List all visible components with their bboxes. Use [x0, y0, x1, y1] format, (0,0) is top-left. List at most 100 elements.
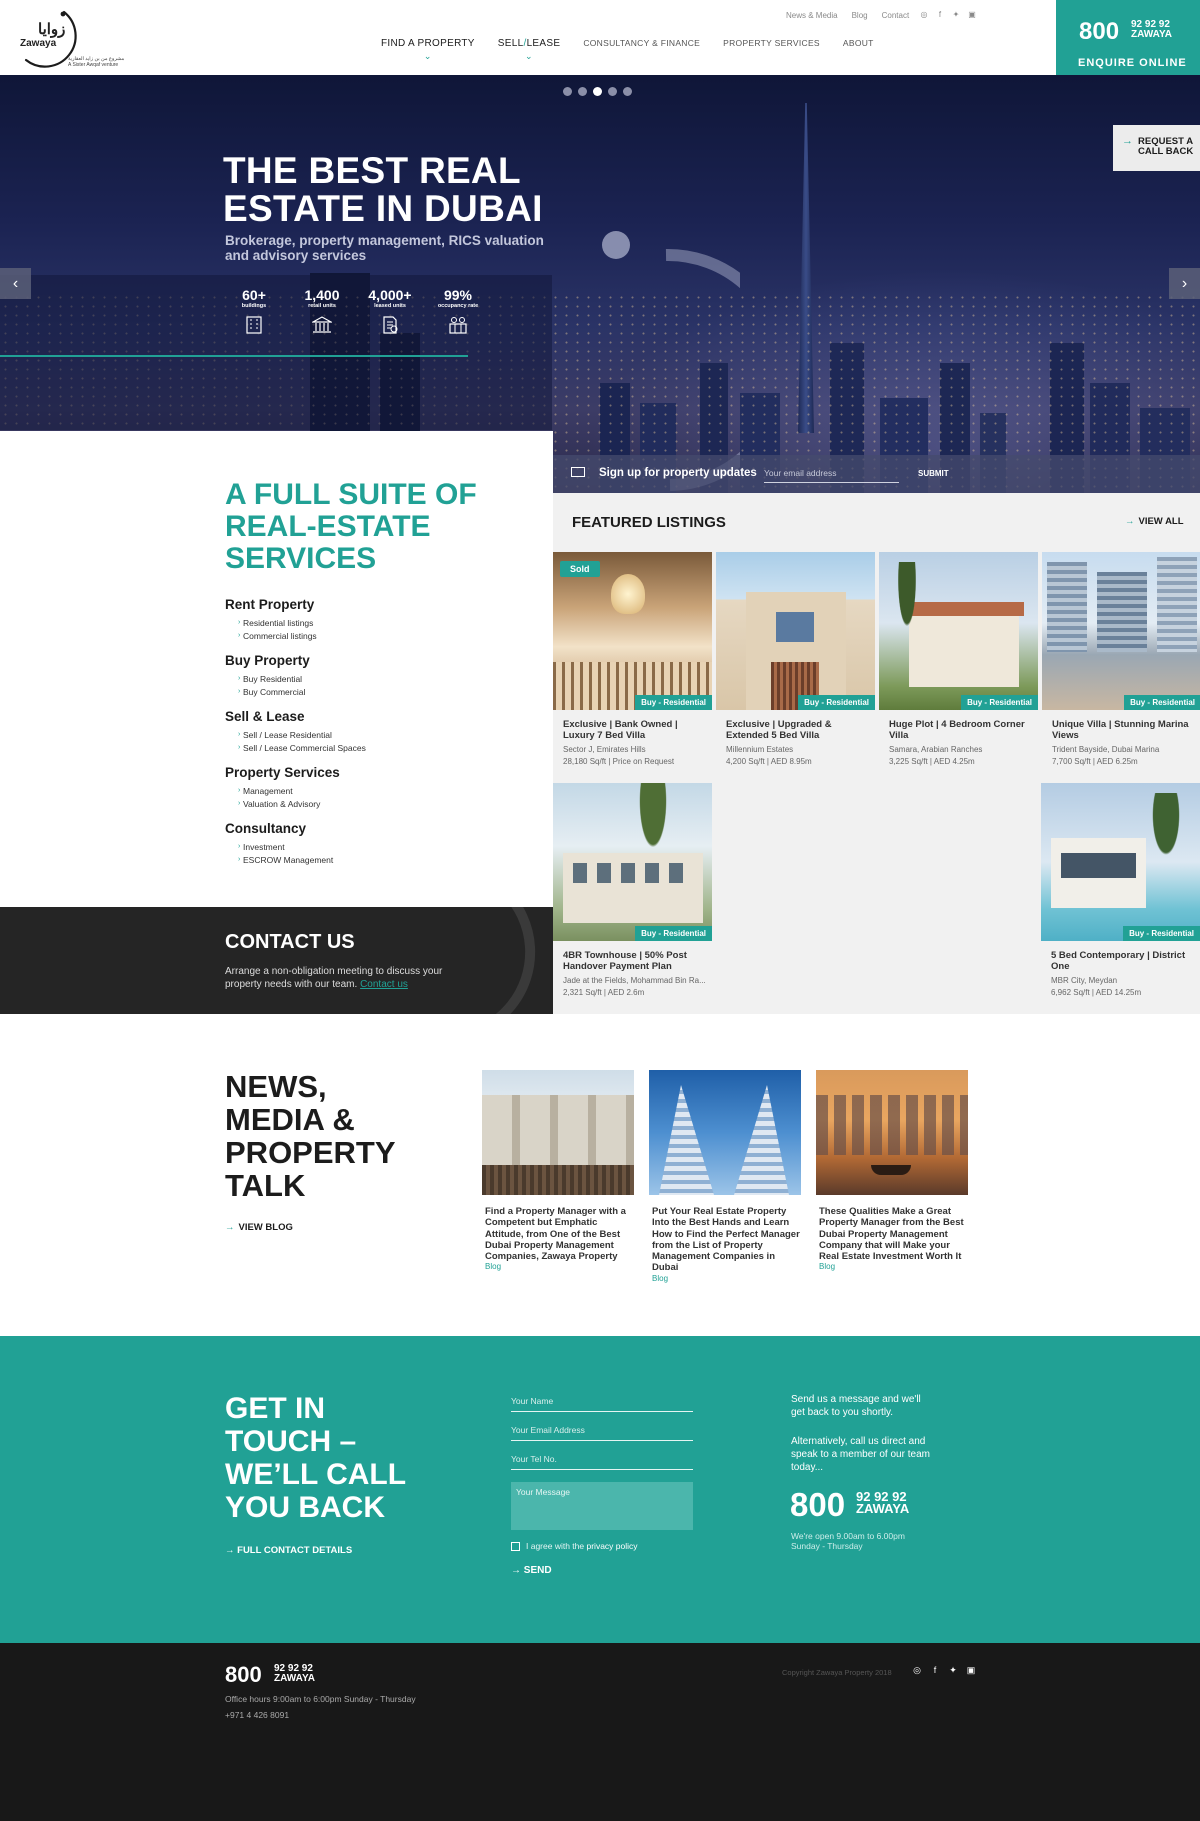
service-link[interactable]: › Valuation & Advisory — [225, 798, 366, 811]
footer-phone-number[interactable]: 800 — [225, 1662, 262, 1688]
featured-listings: FEATURED LISTINGS → VIEW ALL Sold Buy - R… — [553, 493, 1200, 1014]
main-nav: FIND A PROPERTY ⌄ SELL/LEASE ⌄ CONSULTAN… — [381, 38, 897, 61]
service-group-title[interactable]: Buy Property — [225, 653, 366, 668]
view-all-link[interactable]: → VIEW ALL — [1125, 516, 1184, 527]
listing-location: Samara, Arabian Ranches — [889, 745, 983, 754]
facebook-icon[interactable]: f — [935, 10, 945, 20]
bank-icon — [310, 316, 334, 333]
top-link-news[interactable]: News & Media — [786, 11, 838, 20]
news-tag[interactable]: Blog — [482, 1262, 634, 1271]
nav-consultancy[interactable]: CONSULTANCY & FINANCE — [583, 38, 700, 49]
service-link[interactable]: › Residential listings — [225, 617, 366, 630]
top-link-blog[interactable]: Blog — [852, 11, 868, 20]
service-link-label: Sell / Lease Residential — [243, 730, 332, 740]
slide-dot[interactable] — [608, 87, 617, 96]
slider-next-button[interactable]: › — [1169, 268, 1200, 299]
zawaya-logo[interactable]: زوايا Zawaya مشروع من بن زايد العقارية A… — [16, 6, 124, 70]
service-link[interactable]: › Buy Commercial — [225, 686, 366, 699]
arrow-right-icon: → — [511, 1565, 524, 1576]
tel-field[interactable] — [511, 1448, 693, 1470]
send-button[interactable]: → SEND — [511, 1565, 552, 1576]
service-group-title[interactable]: Consultancy — [225, 821, 366, 836]
listing-card[interactable]: Sold Buy - Residential Exclusive | Bank … — [553, 552, 712, 782]
nav-about[interactable]: ABOUT — [843, 38, 874, 49]
listing-meta: 7,700 Sq/ft | AED 6.25m — [1052, 757, 1138, 766]
listing-card[interactable]: Buy - Residential Unique Villa | Stunnin… — [1042, 552, 1200, 782]
listing-location: Trident Bayside, Dubai Marina — [1052, 745, 1160, 754]
bullet-chevron-icon: › — [238, 855, 241, 863]
message-field[interactable] — [511, 1482, 693, 1530]
news-card[interactable]: Find a Property Manager with a Competent… — [482, 1070, 634, 1271]
instagram-icon[interactable]: ◎ — [919, 10, 929, 20]
cta-phone-suffix: 92 92 92 ZAWAYA — [1131, 20, 1172, 40]
listing-card[interactable]: Buy - Residential Huge Plot | 4 Bedroom … — [879, 552, 1038, 782]
news-card[interactable]: These Qualities Make a Great Property Ma… — [816, 1070, 968, 1271]
footer-phone[interactable]: +971 4 426 8091 — [225, 1710, 289, 1720]
contact-us-link[interactable]: Contact us — [360, 979, 408, 990]
service-link[interactable]: › Commercial listings — [225, 630, 366, 643]
nav-find-property[interactable]: FIND A PROPERTY ⌄ — [381, 38, 475, 61]
news-tag[interactable]: Blog — [649, 1274, 801, 1283]
service-group-sell-lease: Sell & Lease › Sell / Lease Residential ›… — [225, 709, 366, 754]
bullet-chevron-icon: › — [238, 619, 241, 626]
email-field[interactable] — [511, 1419, 693, 1441]
privacy-agree: I agree with the privacy policy — [511, 1541, 638, 1552]
youtube-icon[interactable]: ▣ — [967, 10, 977, 20]
service-link[interactable]: › Sell / Lease Commercial Spaces — [225, 742, 366, 755]
slider-prev-button[interactable]: ‹ — [0, 268, 31, 299]
service-link-label: Management — [243, 786, 293, 796]
stat-label: buildings — [241, 303, 267, 309]
service-group-title[interactable]: Property Services — [225, 765, 366, 780]
bullet-chevron-icon: › — [238, 787, 241, 794]
service-group-title[interactable]: Sell & Lease — [225, 709, 366, 724]
privacy-checkbox[interactable] — [511, 1542, 520, 1552]
instagram-icon[interactable]: ◎ — [912, 1665, 922, 1675]
name-field[interactable] — [511, 1390, 693, 1412]
hero-subtitle: Brokerage, property management, RICS val… — [225, 233, 544, 263]
top-link-contact[interactable]: Contact — [882, 11, 910, 20]
service-link[interactable]: › Investment — [225, 841, 366, 854]
service-group-title[interactable]: Rent Property — [225, 597, 366, 612]
listing-type-badge: Buy - Residential — [1124, 695, 1200, 710]
nav-property-services[interactable]: PROPERTY SERVICES — [723, 38, 820, 49]
stat-occupancy: 99% occupancy rate — [428, 287, 488, 339]
chevron-left-icon: ‹ — [12, 275, 19, 292]
slide-dot[interactable] — [593, 87, 602, 96]
twitter-icon[interactable]: ✦ — [951, 10, 961, 20]
request-callback-button[interactable]: → REQUEST A CALL BACK — [1113, 125, 1200, 171]
news-card[interactable]: Put Your Real Estate Property Into the B… — [649, 1070, 801, 1283]
service-link[interactable]: › Sell / Lease Residential — [225, 729, 366, 742]
enquire-online-button[interactable]: ENQUIRE ONLINE — [1078, 57, 1187, 69]
people-icon — [449, 317, 467, 334]
footer-social-icons: ◎ f ✦ ▣ — [912, 1665, 976, 1675]
nav-sell-lease[interactable]: SELL/LEASE ⌄ — [498, 38, 561, 61]
signup-email-input[interactable] — [764, 463, 899, 483]
view-blog-link[interactable]: → VIEW BLOG — [225, 1222, 293, 1233]
touch-phone-number[interactable]: 800 — [790, 1486, 845, 1524]
arrow-right-icon: → — [1122, 135, 1133, 147]
news-tag[interactable]: Blog — [816, 1262, 968, 1271]
facebook-icon[interactable]: f — [930, 1665, 940, 1675]
listing-card[interactable]: Buy - Residential 4BR Townhouse | 50% Po… — [553, 783, 712, 1013]
service-link[interactable]: › Buy Residential — [225, 673, 366, 686]
privacy-policy-link[interactable]: privacy policy — [587, 1541, 638, 1551]
logo-name: Zawaya — [20, 38, 57, 49]
slide-dot[interactable] — [563, 87, 572, 96]
service-link[interactable]: › ESCROW Management — [225, 854, 366, 867]
top-social-icons: ◎ f ✦ ▣ — [919, 10, 977, 20]
slide-dot[interactable] — [623, 87, 632, 96]
footer-hours: Office hours 9:00am to 6:00pm Sunday - T… — [225, 1694, 416, 1704]
full-contact-details-link[interactable]: → FULL CONTACT DETAILS — [225, 1545, 352, 1556]
twitter-icon[interactable]: ✦ — [948, 1665, 958, 1675]
service-link[interactable]: › Management — [225, 785, 366, 798]
youtube-icon[interactable]: ▣ — [966, 1665, 976, 1675]
news-headline: Put Your Real Estate Property Into the B… — [652, 1206, 800, 1274]
signup-submit-button[interactable]: SUBMIT — [918, 469, 949, 478]
listing-card[interactable]: Buy - Residential 5 Bed Contemporary | D… — [1041, 783, 1200, 1013]
footer-copyright: Copyright Zawaya Property 2018 — [782, 1668, 892, 1677]
listing-card[interactable]: Buy - Residential Exclusive | Upgraded &… — [716, 552, 875, 782]
stat-leased: 4,000+ leased units — [360, 287, 420, 339]
listing-meta: 28,180 Sq/ft | Price on Request — [563, 757, 675, 766]
touch-phone-suffix: 92 92 92 ZAWAYA — [856, 1490, 909, 1515]
slide-dot[interactable] — [578, 87, 587, 96]
